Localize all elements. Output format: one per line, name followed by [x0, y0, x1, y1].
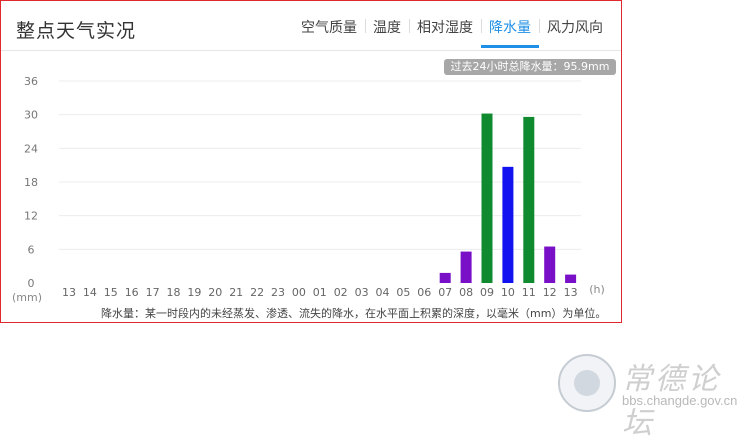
bar — [481, 113, 493, 284]
x-tick-label: 11 — [522, 286, 536, 299]
x-tick-label: 21 — [229, 286, 243, 299]
chart-bars — [439, 113, 577, 284]
x-tick-label: 20 — [208, 286, 222, 299]
x-tick-label: 13 — [62, 286, 76, 299]
bar — [544, 246, 556, 283]
y-tick-label: 0 — [28, 277, 35, 290]
x-tick-label: 07 — [438, 286, 452, 299]
y-tick-label: 12 — [24, 210, 38, 223]
x-tick-label: 09 — [480, 286, 494, 299]
precipitation-footnote: 降水量：某一时段内的未经蒸发、渗透、流失的降水，在水平面上积累的深度，以毫米（m… — [101, 307, 607, 320]
x-tick-label: 10 — [501, 286, 515, 299]
x-tick-label: 06 — [417, 286, 431, 299]
x-tick-label: 08 — [459, 286, 473, 299]
x-tick-label: 03 — [355, 286, 369, 299]
x-tick-label: 00 — [292, 286, 306, 299]
bar — [439, 272, 451, 283]
x-tick-label: 12 — [543, 286, 557, 299]
weather-panel: 整点天气实况 空气质量 温度 相对湿度 降水量 风力风向 过去24小时总降水量：… — [0, 0, 622, 323]
y-tick-label: 18 — [24, 176, 38, 189]
y-tick-label: 24 — [24, 142, 38, 155]
forum-seal-logo — [558, 354, 616, 412]
x-tick-label: 16 — [125, 286, 139, 299]
x-tick-label: 02 — [334, 286, 348, 299]
y-tick-label: 36 — [24, 75, 38, 88]
x-tick-label: 19 — [187, 286, 201, 299]
y-tick-label: 30 — [24, 109, 38, 122]
x-tick-label: 18 — [167, 286, 181, 299]
y-axis-ticks: 0 6 12 18 24 30 36 — [24, 75, 38, 290]
bar — [565, 274, 577, 283]
bar — [523, 116, 535, 284]
x-tick-label: 04 — [376, 286, 390, 299]
bar — [502, 166, 514, 283]
x-tick-label: 23 — [271, 286, 285, 299]
forum-url: bbs.changde.gov.cn — [622, 393, 738, 408]
x-tick-label: 14 — [83, 286, 97, 299]
x-tick-label: 17 — [146, 286, 160, 299]
y-tick-label: 6 — [28, 243, 35, 256]
y-axis-unit-label: (mm) — [12, 291, 42, 304]
bar — [460, 251, 472, 283]
x-axis-ticks: 13 14 15 16 17 18 19 20 21 22 23 00 01 02 03 04 05 06 07 08… — [62, 286, 578, 299]
x-axis-unit-label: (h) — [589, 283, 605, 296]
x-tick-label: 15 — [104, 286, 118, 299]
x-tick-label: 13 — [564, 286, 578, 299]
precipitation-bar-chart: 061218243036 13 14 15 16 17 18 19 20 21 22 23 00 01 0… — [12, 75, 605, 304]
forum-watermark: 常德论坛 bbs.changde.gov.cn — [558, 352, 748, 441]
x-tick-label: 22 — [250, 286, 264, 299]
x-tick-label: 01 — [313, 286, 327, 299]
x-tick-label: 05 — [396, 286, 410, 299]
